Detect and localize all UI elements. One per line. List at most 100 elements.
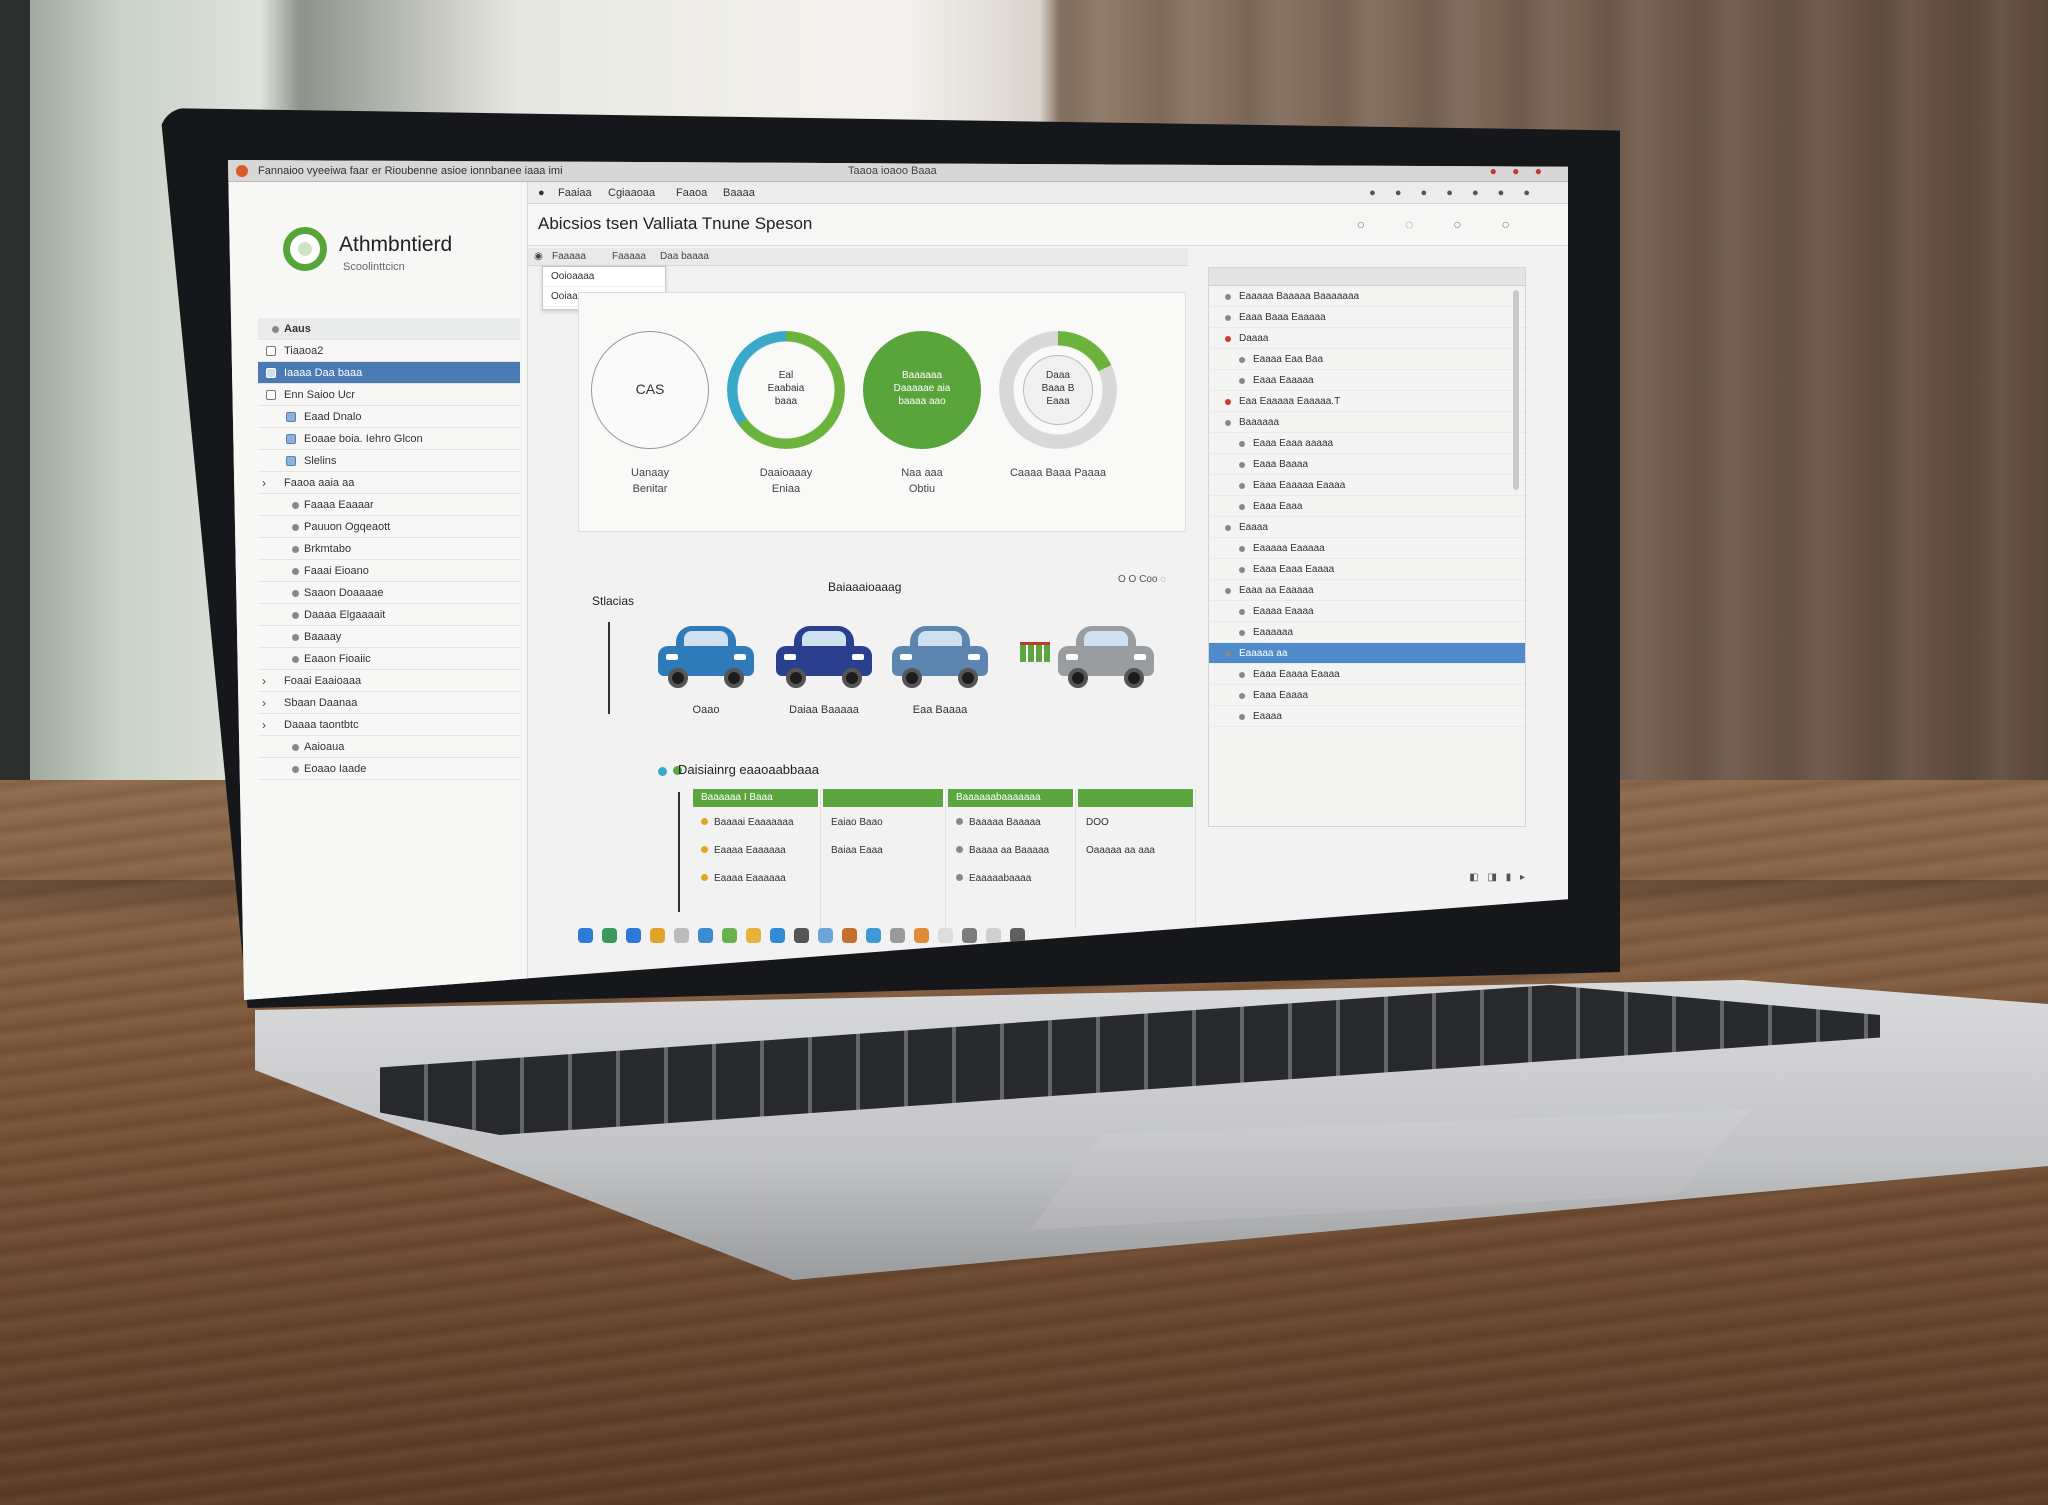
right-panel-item[interactable]: Eaaa Baaaa (1209, 454, 1525, 475)
sidebar-item[interactable]: Faaaa Eaaaar (258, 494, 520, 516)
dock-app-icon[interactable] (986, 928, 1001, 943)
dock-app-icon[interactable] (602, 928, 617, 943)
dock-app-icon[interactable] (866, 928, 881, 943)
breadcrumb-item[interactable]: Faaaaa (552, 251, 586, 262)
right-panel-item[interactable]: Eaaaa Eaa Baa (1209, 349, 1525, 370)
dock-app-icon[interactable] (770, 928, 785, 943)
dock-app-icon[interactable] (746, 928, 761, 943)
schedule-cell[interactable]: Baiaa Eaaa (823, 835, 945, 863)
dock-app-icon[interactable] (650, 928, 665, 943)
sidebar-item[interactable]: Saaon Doaaaae (258, 582, 520, 604)
sidebar-item[interactable]: Slelins (258, 450, 520, 472)
schedule-cell[interactable]: Baaaa aa Baaaaa (948, 835, 1075, 863)
vehicle-image[interactable] (1058, 622, 1154, 692)
sidebar-item[interactable]: Iaaaa Daa baaa (258, 362, 520, 384)
vehicle-image[interactable] (658, 622, 754, 692)
sidebar-item[interactable]: Baaaay (258, 626, 520, 648)
dock-app-icon[interactable] (914, 928, 929, 943)
right-panel-item[interactable]: Eaaaaa Baaaaa Baaaaaaa (1209, 286, 1525, 307)
bullet-icon (1239, 609, 1245, 615)
schedule-cell[interactable]: Baaaaa Baaaaa (948, 807, 1075, 835)
vehicle-image[interactable] (776, 622, 872, 692)
right-panel-item[interactable]: Eaaa aa Eaaaaa (1209, 580, 1525, 601)
dock-app-icon[interactable] (890, 928, 905, 943)
sidebar-item[interactable]: Aaioaua (258, 736, 520, 758)
right-panel-item[interactable]: Baaaaaa (1209, 412, 1525, 433)
sidebar-item[interactable]: Eoaao Iaade (258, 758, 520, 780)
toolbar-icons[interactable]: ● ● ● ● ● ● ● (1369, 187, 1538, 199)
dock-app-icon[interactable] (818, 928, 833, 943)
sidebar-item[interactable]: › Sbaan Daanaa (258, 692, 520, 714)
header-icons[interactable]: ○ ◌ ○ ○ (1357, 216, 1528, 232)
schedule-cell[interactable]: Eaaaaabaaaa (948, 863, 1075, 891)
right-panel-item[interactable]: Eaa Eaaaaa Eaaaaa.T (1209, 391, 1525, 412)
schedule-column-header[interactable] (823, 789, 945, 807)
vehicle-part (734, 654, 746, 660)
dropdown-item[interactable]: Ooioaaaa (543, 267, 665, 287)
schedule-column-header[interactable]: Baaaaaa I Baaa (693, 789, 820, 807)
dock-app-icon[interactable] (626, 928, 641, 943)
right-panel-item[interactable]: Daaaa (1209, 328, 1525, 349)
right-panel-item[interactable]: Eaaa Eaaa Eaaaa (1209, 559, 1525, 580)
schedule-cell[interactable]: Eaaaa Eaaaaaa (693, 835, 820, 863)
right-panel-item[interactable]: Eaaaa Eaaaa (1209, 601, 1525, 622)
schedule-column-header[interactable]: Baaaaaabaaaaaaa (948, 789, 1075, 807)
dock-app-icon[interactable] (962, 928, 977, 943)
sidebar-item[interactable]: Faaai Eioano (258, 560, 520, 582)
right-panel-scrollbar[interactable] (1513, 290, 1519, 490)
right-panel-item[interactable]: Eaaa Eaaa aaaaa (1209, 433, 1525, 454)
dock-app-icon[interactable] (722, 928, 737, 943)
schedule-cell[interactable]: Eaiao Baao (823, 807, 945, 835)
bullet-icon (1225, 525, 1231, 531)
tab-2[interactable]: Cgiaaoaa (608, 187, 655, 199)
schedule-cell[interactable]: Oaaaaa aa aaa (1078, 835, 1195, 863)
sidebar-item[interactable]: Brkmtabo (258, 538, 520, 560)
right-panel-item[interactable]: Eaaaa (1209, 517, 1525, 538)
bullet-icon (1225, 651, 1231, 657)
right-panel-item[interactable]: Eaaaaaa (1209, 622, 1525, 643)
sidebar-item[interactable]: Eaaon Fioaiic (258, 648, 520, 670)
sidebar-item[interactable]: Eoaae boia. Iehro Glcon (258, 428, 520, 450)
right-panel-item[interactable]: Eaaa Eaaa (1209, 496, 1525, 517)
brand-subtitle: Scoolinttcicn (343, 261, 405, 273)
right-panel-item[interactable]: Eaaa Eaaaa (1209, 685, 1525, 706)
tab-1[interactable]: Faaiaa (558, 187, 592, 199)
sidebar-item[interactable]: › Faaoa aaia aa (258, 472, 520, 494)
right-panel-item[interactable]: Eaaaaa aa (1209, 643, 1525, 664)
sidebar-item[interactable]: Aaus (258, 318, 520, 340)
tab-4[interactable]: Baaaa (723, 187, 755, 199)
dock-app-icon[interactable] (578, 928, 593, 943)
vehicle-part (666, 654, 678, 660)
sidebar-item[interactable]: Enn Saioo Ucr (258, 384, 520, 406)
tab-3[interactable]: Faaoa (676, 187, 707, 199)
schedule-cell[interactable]: Eaaaa Eaaaaaa (693, 863, 820, 891)
dock-app-icon[interactable] (938, 928, 953, 943)
dock-app-icon[interactable] (842, 928, 857, 943)
toolbar-back-icon[interactable]: ● (538, 187, 545, 199)
status-tray-icons[interactable]: ◧ ◨ ▮ ▸ (1469, 872, 1528, 883)
dock-app-icon[interactable] (674, 928, 689, 943)
right-panel-item[interactable]: Eaaaaa Eaaaaa (1209, 538, 1525, 559)
vehicle-part (786, 668, 806, 688)
sidebar-item[interactable]: Eaad Dnalo (258, 406, 520, 428)
vehicles-controls[interactable]: O O Coo ◌ (1118, 574, 1166, 585)
right-panel-item[interactable]: Eaaa Eaaaaa Eaaaa (1209, 475, 1525, 496)
schedule-cell[interactable]: DOO (1078, 807, 1195, 835)
breadcrumb-item[interactable]: Faaaaa (612, 251, 646, 262)
dock-app-icon[interactable] (794, 928, 809, 943)
sidebar-item[interactable]: › Daaaa taontbtc (258, 714, 520, 736)
right-panel-item[interactable]: Eaaa Eaaaa Eaaaa (1209, 664, 1525, 685)
vehicle-image[interactable] (892, 622, 988, 692)
schedule-cell[interactable]: Baaaai Eaaaaaaa (693, 807, 820, 835)
right-panel-item[interactable]: Eaaaa (1209, 706, 1525, 727)
app-menu-icon[interactable] (236, 165, 248, 177)
right-panel-item[interactable]: Eaaa Eaaaaa (1209, 370, 1525, 391)
sidebar-item[interactable]: › Foaai Eaaioaaa (258, 670, 520, 692)
dock-app-icon[interactable] (698, 928, 713, 943)
schedule-column-header[interactable] (1078, 789, 1195, 807)
sidebar-item[interactable]: Pauuon Ogqeaott (258, 516, 520, 538)
right-panel-item[interactable]: Eaaa Baaa Eaaaaa (1209, 307, 1525, 328)
sidebar-item[interactable]: Daaaa Elgaaaait (258, 604, 520, 626)
breadcrumb-item[interactable]: Daa baaaa (660, 251, 709, 262)
sidebar-item[interactable]: Tiaaoa2 (258, 340, 520, 362)
